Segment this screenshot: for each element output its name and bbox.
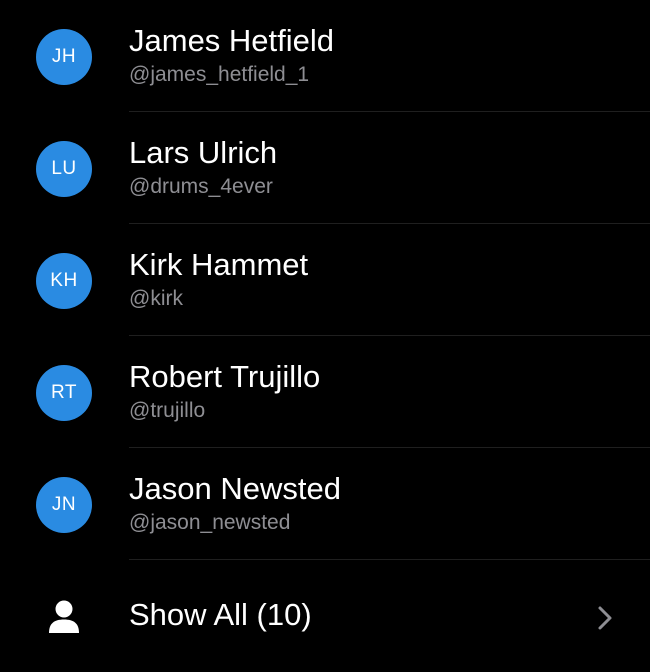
contact-name: Jason Newsted (129, 471, 341, 506)
contact-list: JH James Hetfield @james_hetfield_1 LU L… (0, 0, 650, 672)
contact-handle: @james_hetfield_1 (129, 63, 310, 86)
avatar: JH (36, 29, 92, 85)
contact-name: James Hetfield (129, 23, 335, 58)
contact-handle: @jason_newsted (129, 511, 291, 534)
chevron-right-icon (597, 605, 613, 631)
contact-name: Kirk Hammet (129, 247, 309, 282)
contact-name: Lars Ulrich (129, 135, 278, 170)
contact-row[interactable]: JH James Hetfield @james_hetfield_1 (0, 0, 650, 112)
person-icon (48, 600, 80, 634)
contact-handle: @trujillo (129, 399, 206, 422)
contact-row[interactable]: KH Kirk Hammet @kirk (0, 224, 650, 336)
avatar: JN (36, 477, 92, 533)
contact-row[interactable]: RT Robert Trujillo @trujillo (0, 336, 650, 448)
show-all-button[interactable]: Show All (10) (0, 560, 650, 672)
contact-name: Robert Trujillo (129, 359, 321, 394)
avatar: LU (36, 141, 92, 197)
contact-row[interactable]: JN Jason Newsted @jason_newsted (0, 448, 650, 560)
avatar: KH (36, 253, 92, 309)
contact-handle: @drums_4ever (129, 175, 273, 198)
show-all-label: Show All (10) (129, 597, 312, 632)
avatar: RT (36, 365, 92, 421)
contact-handle: @kirk (129, 287, 183, 310)
contact-row[interactable]: LU Lars Ulrich @drums_4ever (0, 112, 650, 224)
